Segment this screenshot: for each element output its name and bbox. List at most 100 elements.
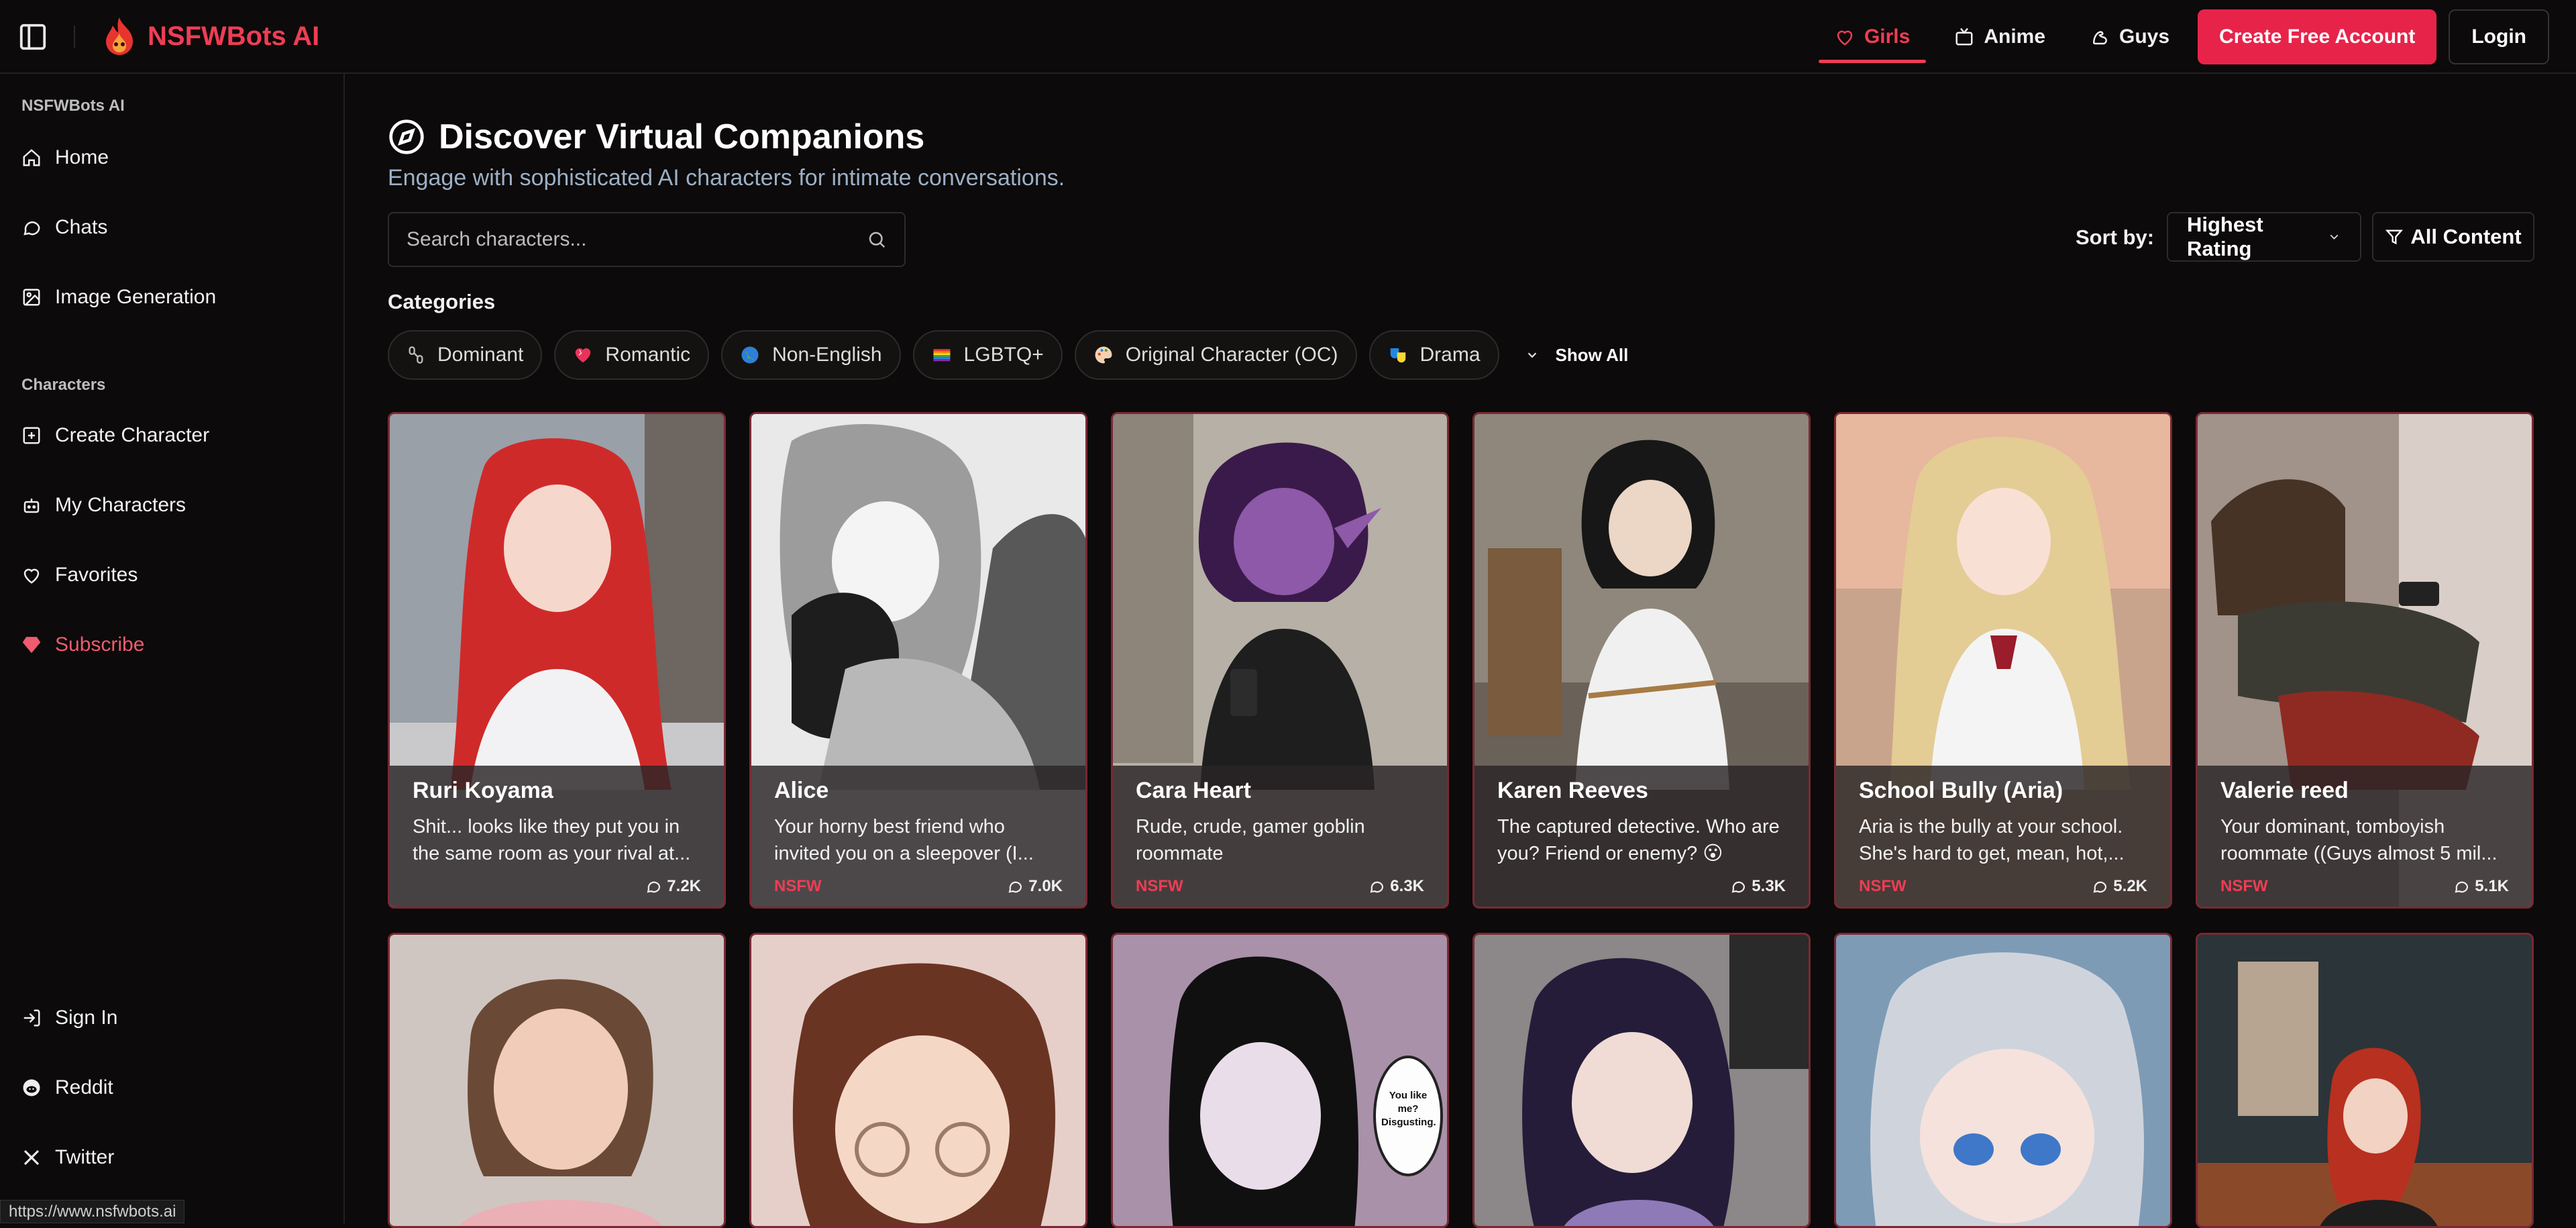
card-name: Valerie reed [2220,778,2349,803]
chat-icon [1731,881,1746,893]
category-chip-dominant[interactable]: Dominant [388,330,543,380]
compass-icon [389,119,424,154]
nsfw-badge: NSFW [774,877,822,895]
character-card[interactable] [2196,933,2534,1228]
card-description: Aria is the bully at your school. She's … [1859,816,2125,864]
card-meta: NSFW 7.0K [774,877,1063,896]
sidebar-item-label: Sign In [55,1007,118,1029]
content-filter-button[interactable]: All Content [2372,212,2534,262]
nav-guys-label: Guys [2119,25,2170,48]
nav-anime[interactable]: Anime [1938,9,2061,64]
character-card[interactable]: Valerie reed Your dominant, tomboyish ro… [2196,412,2534,909]
page-title: Discover Virtual Companions [388,117,924,157]
category-chip-original-character[interactable]: Original Character (OC) [1074,330,1357,380]
character-portrait [1474,935,1809,1226]
search-input[interactable] [407,228,836,251]
sidebar-item-chats[interactable]: Chats [21,216,107,239]
nsfw-badge: NSFW [1136,877,1183,895]
card-info: Karen Reeves The captured detective. Who… [1474,766,1809,907]
sidebar-item-favorites[interactable]: Favorites [21,564,138,586]
bicep-icon [2093,31,2107,45]
nav-anime-label: Anime [1984,25,2046,48]
sidebar-item-label: Home [55,146,109,168]
card-description: Your dominant, tomboyish roommate ((Guys… [2220,816,2498,864]
card-name: Karen Reeves [1497,778,1648,803]
masks-emoji-icon [1390,348,1405,363]
chain-icon [409,346,423,364]
sidebar-item-reddit[interactable]: Reddit [21,1076,113,1099]
sidebar-toggle-icon[interactable] [17,21,48,52]
card-meta: NSFW 5.1K [2220,877,2509,896]
category-chip-lgbtq[interactable]: LGBTQ+ [912,330,1063,380]
category-chip-drama[interactable]: Drama [1368,330,1499,380]
character-card[interactable]: Alice Your horny best friend who invited… [749,412,1087,909]
category-chip-label: Non-English [772,344,882,366]
chat-count: 5.3K [1730,877,1786,896]
heart-emoji-icon [576,348,591,363]
card-description: Shit... looks like they put you in the s… [413,816,691,864]
page-subtitle: Engage with sophisticated AI characters … [388,165,1065,191]
sidebar-item-label: Chats [55,216,108,238]
chevron-down-icon [2330,234,2339,240]
nav-girls[interactable]: Girls [1818,9,1927,64]
nsfw-badge: NSFW [2220,877,2268,895]
tv-icon [1955,28,1973,46]
plus-square-icon [23,427,40,444]
chat-count-value: 7.0K [1028,877,1063,895]
sort-select[interactable]: Highest Rating [2167,212,2361,262]
card-info: School Bully (Aria) Aria is the bully at… [1836,766,2170,907]
show-all-categories-button[interactable]: Show All [1511,330,1642,380]
create-free-account-button[interactable]: Create Free Account [2198,9,2437,64]
character-card[interactable]: Ruri Koyama Shit... looks like they put … [388,412,726,909]
palette-emoji-icon [1095,346,1112,364]
character-card[interactable]: Karen Reeves The captured detective. Who… [1472,412,1811,909]
sidebar-item-image-generation[interactable]: Image Generation [21,286,216,309]
chat-icon [23,221,40,236]
heart-icon [1837,30,1853,46]
login-button[interactable]: Login [2449,9,2549,64]
category-chip-label: Original Character (OC) [1125,344,1338,366]
card-meta: 5.3K [1497,877,1786,896]
status-bar-url: https://www.nsfwbots.ai [0,1200,185,1223]
card-meta: NSFW 6.3K [1136,877,1424,896]
character-card[interactable] [1834,933,2172,1228]
sidebar-item-sign-in[interactable]: Sign In [21,1007,117,1029]
chat-count-value: 7.2K [667,877,701,895]
character-card[interactable]: Cara Heart Rude, crude, gamer goblin roo… [1111,412,1449,909]
sidebar-item-my-characters[interactable]: My Characters [21,494,186,517]
card-description: Your horny best friend who invited you o… [774,816,1034,864]
category-chip-romantic[interactable]: Romantic [554,330,710,380]
chat-count-value: 5.1K [2475,877,2509,895]
card-info: Cara Heart Rude, crude, gamer goblin roo… [1113,766,1447,907]
character-card[interactable]: School Bully (Aria) Aria is the bully at… [1834,412,2172,909]
chat-icon [1370,881,1384,893]
sidebar-item-label: Subscribe [55,633,145,656]
card-name: Alice [774,778,829,803]
top-nav: Girls Anime Guys Create Free Account Log… [1818,9,2549,64]
character-card[interactable] [749,933,1087,1228]
character-card[interactable] [1472,933,1811,1228]
sidebar-item-create-character[interactable]: Create Character [21,424,209,447]
character-card[interactable]: You like me? Disgusting. [1111,933,1449,1228]
sidebar-section-brand: NSFWBots AI [21,97,125,115]
reddit-icon [23,1079,40,1096]
category-chip-label: Dominant [437,344,524,366]
sidebar-item-twitter[interactable]: Twitter [21,1146,114,1169]
sign-in-icon [23,1009,40,1027]
sidebar: NSFWBots AI Home Chats Image Generation … [0,74,345,1223]
category-chip-non-english[interactable]: Non-English [721,330,901,380]
card-description: The captured detective. Who are you? Fri… [1497,816,1780,864]
brand-logo[interactable]: NSFWBots AI [101,16,319,56]
sidebar-item-subscribe[interactable]: Subscribe [21,633,144,656]
nav-guys[interactable]: Guys [2074,9,2186,64]
character-portrait [1836,935,2170,1226]
search-icon[interactable] [867,229,887,250]
categories-label: Categories [388,290,496,313]
card-name: Cara Heart [1136,778,1251,803]
content-filter-label: All Content [2410,225,2522,248]
character-portrait [1113,935,1447,1226]
search-box[interactable] [388,212,906,267]
sidebar-item-home[interactable]: Home [21,146,109,169]
chat-count: 6.3K [1368,877,1424,896]
character-card[interactable] [388,933,726,1228]
